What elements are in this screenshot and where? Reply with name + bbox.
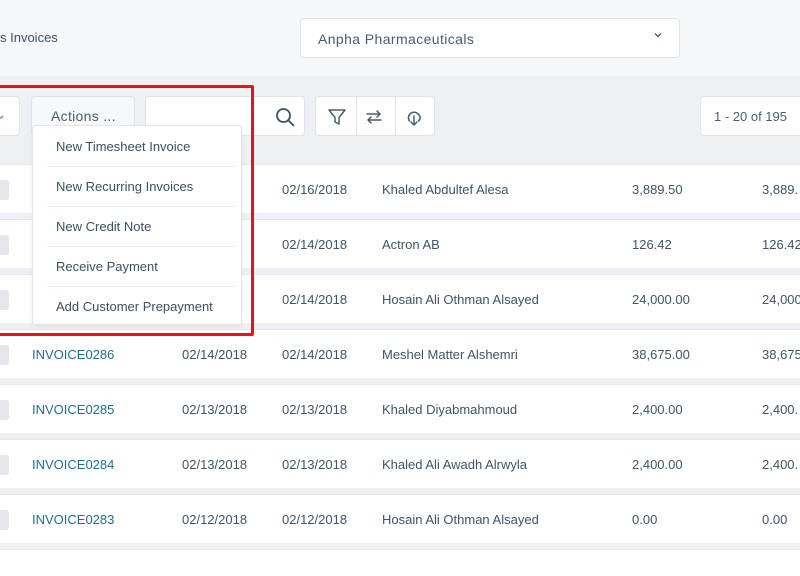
row-checkbox[interactable] (0, 235, 9, 255)
invoice-amount: 3,889.50 (632, 182, 683, 197)
customer-name: Khaled Diyabmahmoud (382, 402, 518, 417)
toolbar-divider (395, 97, 396, 135)
row-checkbox[interactable] (0, 290, 9, 310)
pagination[interactable]: 1 - 20 of 195 (700, 96, 800, 136)
due-date: 02/16/2018 (282, 182, 348, 197)
invoice-amount: 24,000.00 (632, 292, 690, 307)
chevron-down-icon (0, 115, 4, 119)
row-checkbox[interactable] (0, 510, 9, 530)
chevron-down-icon (654, 33, 662, 38)
menu-item-receive-payment[interactable]: Receive Payment (33, 246, 243, 286)
row-checkbox[interactable] (0, 400, 9, 420)
menu-item-new-recurring-invoices[interactable]: New Recurring Invoices (33, 166, 243, 206)
menu-item-label: Receive Payment (56, 259, 158, 274)
menu-item-add-customer-prepayment[interactable]: Add Customer Prepayment (33, 286, 243, 326)
invoice-balance: 24,000 (762, 292, 800, 307)
invoice-balance: 2,400. (762, 402, 799, 417)
toolbar-icon-group (315, 96, 435, 136)
invoice-amount: 126.42 (632, 237, 672, 252)
due-date: 02/13/2018 (282, 402, 348, 417)
table-row[interactable]: INVOICE0283 02/12/2018 02/12/2018 Hosain… (0, 494, 800, 543)
due-date: 02/12/2018 (282, 512, 348, 527)
row-checkbox[interactable] (0, 455, 9, 475)
customer-name: Khaled Abdultef Alesa (382, 182, 509, 197)
pagination-label: 1 - 20 of 195 (714, 109, 787, 124)
invoice-number-link[interactable]: INVOICE0286 (32, 347, 114, 362)
page-title: s Invoices (0, 30, 58, 45)
actions-button-label: Actions ... (51, 108, 116, 124)
menu-item-label: Add Customer Prepayment (56, 299, 213, 314)
invoice-balance: 126.42 (762, 237, 800, 252)
toolbar-divider (356, 97, 357, 135)
customer-name: Hosain Ali Othman Alsayed (382, 292, 539, 307)
due-date: 02/14/2018 (282, 292, 348, 307)
invoice-date: 02/13/2018 (182, 457, 248, 472)
actions-menu: New Timesheet Invoice New Recurring Invo… (32, 125, 242, 325)
row-checkbox[interactable] (0, 345, 9, 365)
table-row[interactable] (0, 549, 800, 576)
invoice-balance: 3,889. (762, 182, 799, 197)
menu-item-new-timesheet-invoice[interactable]: New Timesheet Invoice (33, 126, 243, 166)
top-bar: s Invoices Anpha Pharmaceuticals (0, 0, 800, 76)
due-date: 02/14/2018 (282, 347, 348, 362)
search-icon[interactable] (274, 106, 296, 128)
company-select[interactable]: Anpha Pharmaceuticals (300, 18, 680, 58)
download-icon[interactable] (403, 106, 425, 128)
invoice-amount: 0.00 (632, 512, 658, 527)
invoice-balance: 0.00 (762, 512, 788, 527)
menu-item-label: New Credit Note (56, 219, 152, 234)
filter-icon[interactable] (326, 106, 348, 128)
customer-name: Hosain Ali Othman Alsayed (382, 512, 539, 527)
table-row[interactable]: INVOICE0284 02/13/2018 02/13/2018 Khaled… (0, 439, 800, 488)
invoice-number-link[interactable]: INVOICE0285 (32, 402, 114, 417)
due-date: 02/14/2018 (282, 237, 348, 252)
due-date: 02/13/2018 (282, 457, 348, 472)
table-row[interactable]: INVOICE0286 02/14/2018 02/14/2018 Meshel… (0, 329, 800, 378)
invoice-date: 02/13/2018 (182, 402, 248, 417)
invoice-date: 02/12/2018 (182, 512, 248, 527)
invoice-amount: 38,675.00 (632, 347, 690, 362)
row-checkbox[interactable] (0, 180, 9, 200)
menu-item-label: New Recurring Invoices (56, 179, 194, 194)
menu-item-label: New Timesheet Invoice (56, 139, 191, 154)
invoice-balance: 2,400. (762, 457, 799, 472)
invoice-amount: 2,400.00 (632, 457, 683, 472)
customer-name: Actron AB (382, 237, 440, 252)
invoice-number-link[interactable]: INVOICE0284 (32, 457, 114, 472)
invoice-number-link[interactable]: INVOICE0283 (32, 512, 114, 527)
view-dropdown[interactable] (0, 96, 20, 136)
invoice-date: 02/14/2018 (182, 347, 248, 362)
company-select-value: Anpha Pharmaceuticals (318, 31, 475, 47)
invoice-balance: 38,675 (762, 347, 800, 362)
menu-item-new-credit-note[interactable]: New Credit Note (33, 206, 243, 246)
customer-name: Meshel Matter Alshemri (382, 347, 518, 362)
sync-icon[interactable] (363, 106, 385, 128)
customer-name: Khaled Ali Awadh Alrwyla (382, 457, 528, 472)
invoice-amount: 2,400.00 (632, 402, 683, 417)
table-row[interactable]: INVOICE0285 02/13/2018 02/13/2018 Khaled… (0, 384, 800, 433)
